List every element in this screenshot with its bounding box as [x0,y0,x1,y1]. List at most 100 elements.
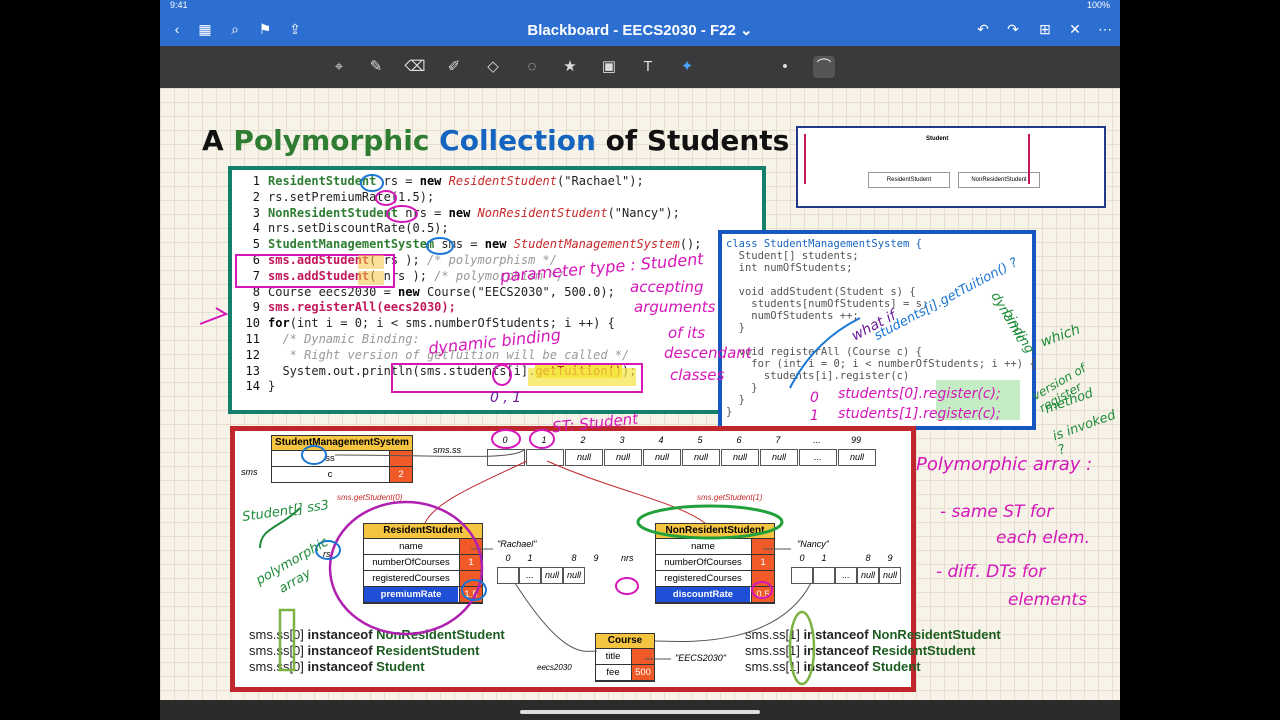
instanceof-keyword: instanceof [799,627,873,642]
instanceof-line: sms.ss[1] instanceof Student [745,659,921,674]
object-diagram-box: sms StudentManagementSystem ss c2 sms.ss… [230,426,1001,692]
field-value [459,539,482,554]
field-value: 1 [459,555,482,570]
code-type: StudentManagementSystem [268,237,435,252]
instanceof-expr: sms.ss[0] [249,627,304,642]
resident-student-rows: name numberOfCourses 1 registeredCourses pre… [364,539,482,603]
code-type: sms.registerAll(eecs2030); [268,300,456,315]
title-part-collection: Collection [439,124,596,157]
code-line: 8 Course eecs2030 = new Course("EECS2030"… [253,285,615,301]
field-value [751,571,774,586]
object-field-row: fee 500 [596,665,654,681]
ink-each-elem: each elem. [996,528,1091,548]
small-array-cell: null [879,567,901,584]
instanceof-type: NonResidentStudent [872,627,1001,642]
add-page-icon[interactable]: ⊞ [1036,20,1054,38]
code-line: 1 ResidentStudent rs = new ResidentStuden… [253,174,644,190]
ink-diff-dts: - diff. DTs for [936,562,1046,582]
code-ctor: NonResidentStudent [477,205,608,220]
code-type: ResidentStudent [268,174,377,188]
field-name: discountRate [656,587,750,602]
course-name-value: "EECS2030" [675,653,726,663]
small-array-index: 9 [887,553,893,563]
ink-zero-one: 0 , 1 [490,390,522,406]
instanceof-expr: sms.ss[1] [745,627,800,642]
instanceof-line: sms.ss[0] instanceof Student [249,659,425,674]
code-keyword: new [484,237,514,252]
array-index: 5 [697,435,703,445]
status-time: 9:41 [170,0,188,10]
close-icon[interactable]: ✕ [1066,20,1084,38]
line-number: 1 [252,174,260,188]
field-name: premiumRate [364,587,458,602]
highlighter-icon[interactable]: ✐ [443,56,465,78]
code-text: sms = [434,237,485,252]
small-array-index: 9 [593,553,599,563]
stroke-style-icon[interactable]: ⌒ [813,56,835,78]
ink-elements: elements [1008,590,1087,610]
small-array-cell: null [541,567,563,584]
field-name: registeredCourses [372,573,450,584]
laser-pointer-icon[interactable]: ✦ [676,56,698,78]
code-text: for [268,316,290,331]
class-code-line: numOfStudents ++; [726,310,859,322]
instanceof-type: ResidentStudent [872,643,976,658]
instanceof-expr: sms.ss[1] [745,659,800,674]
sms-c-row: c2 [272,467,412,482]
code-type: NonResidentStudent [268,205,399,220]
array-index: 2 [580,435,586,445]
code-keyword: getTuition() [535,363,623,378]
array-cell: null [721,449,759,466]
title-bar: ‹ ▦ ⌕ ⚑ ⇪ Blackboard - EECS2030 - F22 ⌄ … [160,12,1120,46]
line-number: 4 [252,221,260,236]
sticker-icon[interactable]: ★ [559,56,581,78]
small-array-cell: ... [835,567,857,584]
undo-icon[interactable]: ↶ [974,20,992,38]
ink-stud1: students[1].register(c); [838,406,1001,422]
instanceof-keyword: instanceof [303,659,377,674]
sms-c-key: c [327,469,333,480]
array-cell: ... [799,449,837,466]
thumb-student: Student [926,136,949,142]
instanceof-type: Student [376,659,425,674]
small-array-index: 8 [865,553,871,563]
code-text: nrs.setDiscountRate(0.5); [268,221,449,236]
small-array-cell [791,567,813,584]
image-icon[interactable]: ▣ [598,56,620,78]
instanceof-line: sms.ss[1] instanceof NonResidentStudent [745,627,1001,642]
battery-label: 100% [1086,0,1110,10]
line-number: 14 [245,379,260,394]
field-value: 1 [751,555,774,570]
code-line: 11 /* Dynamic Binding: [246,332,420,348]
shapes-icon[interactable]: ◇ [482,56,504,78]
nonresident-student-rows: name numberOfCourses 1 registeredCourses dis… [656,539,774,603]
note-canvas[interactable]: A Polymorphic Collection of Students Stu… [160,88,1120,700]
small-array-index: 0 [505,553,511,563]
dot-size-icon[interactable]: • [774,56,796,78]
eraser-icon[interactable]: ⌫ [404,56,426,78]
line-number: 13 [245,363,260,378]
text-icon[interactable]: T [637,56,659,78]
array-cell: null [565,449,603,466]
lasso-icon[interactable]: ◌ [521,56,543,78]
small-array-cell: ... [519,567,541,584]
field-value: 500 [631,665,654,680]
redo-icon[interactable]: ↷ [1004,20,1022,38]
ink-accepting: accepting [630,278,704,296]
pen-icon[interactable]: ✎ [365,56,387,78]
ink-index-0: 0 [810,390,819,406]
chevron-down-icon: ⌄ [740,22,753,39]
array-cell: null [604,449,642,466]
home-indicator[interactable] [520,710,760,714]
ink-stud0: students[0].register(c); [838,386,1001,402]
array-index: 1 [541,435,547,445]
array-index: 3 [619,435,625,445]
instanceof-expr: sms.ss[1] [745,643,800,658]
more-icon[interactable]: ⋯ [1096,20,1114,38]
instanceof-keyword: instanceof [303,643,377,658]
small-array-index: 8 [571,553,577,563]
lasso-zoom-icon[interactable]: ⌖ [328,56,350,78]
object-field-row: title [596,649,654,665]
thumb-right-notes [1028,134,1090,184]
instanceof-keyword: instanceof [799,643,873,658]
